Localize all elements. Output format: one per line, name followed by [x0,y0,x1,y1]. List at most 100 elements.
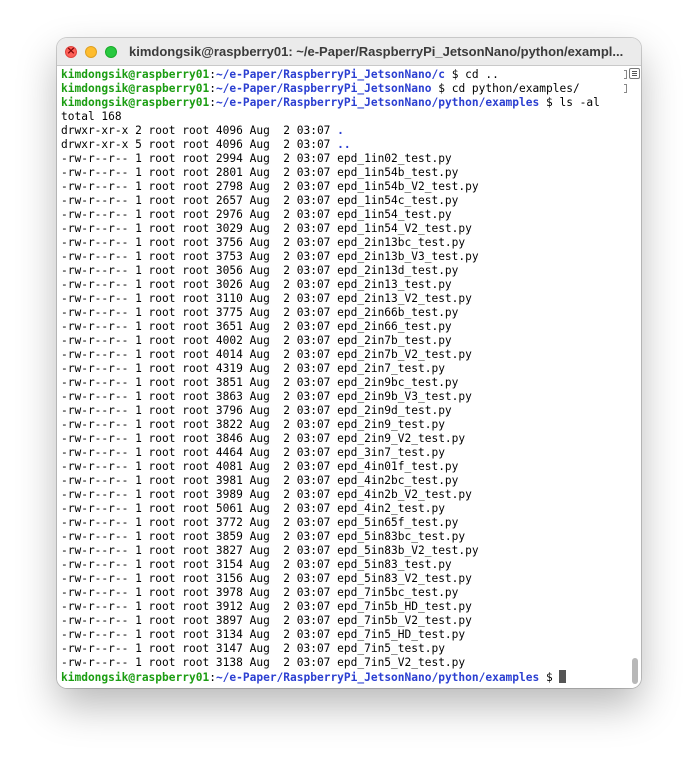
prompt-symbol: $ [431,82,452,95]
prompt-path: ~/e-Paper/RaspberryPi_JetsonNano/c [215,68,445,81]
ls-file-row: -rw-r--r-- 1 root root 3651 Aug 2 03:07 … [61,320,621,334]
ls-file-name: epd_3in7_test.py [337,446,445,459]
terminal-line: kimdongsik@raspberry01:~/e-Paper/Raspber… [61,96,621,110]
ls-file-name: epd_7in5_HD_test.py [337,628,466,641]
ls-info: -rw-r--r-- 1 root root 4014 Aug 2 03:07 [61,348,338,361]
ls-info: -rw-r--r-- 1 root root 3775 Aug 2 03:07 [61,306,338,319]
ls-info: -rw-r--r-- 1 root root 3134 Aug 2 03:07 [61,628,338,641]
ls-info: drwxr-xr-x 5 root root 4096 Aug 2 03:07 [61,138,338,151]
ls-file-row: -rw-r--r-- 1 root root 3026 Aug 2 03:07 … [61,278,621,292]
scroll-menu-icon[interactable] [629,68,640,79]
prompt-symbol: $ [444,68,466,81]
ls-total: total 168 [61,110,122,123]
ls-file-name: epd_7in5bc_test.py [337,586,459,599]
command-text: cd .. [465,68,499,81]
ls-info: -rw-r--r-- 1 root root 3822 Aug 2 03:07 [61,418,338,431]
window-title: kimdongsik@raspberry01: ~/e-Paper/Raspbe… [129,44,624,59]
ls-file-name: epd_1in54_V2_test.py [337,222,472,235]
ls-file-name: epd_1in54b_test.py [337,166,459,179]
ls-info: -rw-r--r-- 1 root root 3026 Aug 2 03:07 [61,278,338,291]
ls-dir-row: drwxr-xr-x 2 root root 4096 Aug 2 03:07 … [61,124,621,138]
prompt-path: ~/e-Paper/RaspberryPi_JetsonNano [215,82,432,95]
ls-info: -rw-r--r-- 1 root root 3753 Aug 2 03:07 [61,250,338,263]
ls-info: -rw-r--r-- 1 root root 4081 Aug 2 03:07 [61,460,338,473]
ls-file-row: -rw-r--r-- 1 root root 4014 Aug 2 03:07 … [61,348,621,362]
ls-info: -rw-r--r-- 1 root root 3897 Aug 2 03:07 [61,614,338,627]
ls-info: -rw-r--r-- 1 root root 3156 Aug 2 03:07 [61,572,338,585]
ls-file-name: epd_2in9bc_test.py [337,376,459,389]
ls-file-name: epd_7in5b_HD_test.py [337,600,472,613]
ls-file-row: -rw-r--r-- 1 root root 4002 Aug 2 03:07 … [61,334,621,348]
ls-file-name: epd_2in9b_V3_test.py [337,390,472,403]
ls-info: -rw-r--r-- 1 root root 5061 Aug 2 03:07 [61,502,338,515]
ls-file-name: epd_2in13bc_test.py [337,236,466,249]
ls-file-name: epd_2in7b_V2_test.py [337,348,472,361]
prompt-path: ~/e-Paper/RaspberryPi_JetsonNano/python/… [215,96,540,109]
bookmark-marker [624,84,627,93]
ls-file-row: -rw-r--r-- 1 root root 2976 Aug 2 03:07 … [61,208,621,222]
ls-info: -rw-r--r-- 1 root root 3138 Aug 2 03:07 [61,656,338,669]
ls-file-name: epd_5in65f_test.py [337,516,459,529]
ls-info: -rw-r--r-- 1 root root 4002 Aug 2 03:07 [61,334,338,347]
ls-info: -rw-r--r-- 1 root root 4319 Aug 2 03:07 [61,362,338,375]
ls-file-name: epd_2in66_test.py [337,320,452,333]
ls-info: -rw-r--r-- 1 root root 3846 Aug 2 03:07 [61,432,338,445]
ls-file-row: -rw-r--r-- 1 root root 3989 Aug 2 03:07 … [61,488,621,502]
ls-file-name: epd_4in2b_V2_test.py [337,488,472,501]
ls-file-row: -rw-r--r-- 1 root root 3154 Aug 2 03:07 … [61,558,621,572]
ls-dir-name: . [337,124,344,137]
ls-file-name: epd_1in54b_V2_test.py [337,180,479,193]
scrollbar-thumb[interactable] [632,658,638,684]
ls-info: -rw-r--r-- 1 root root 3863 Aug 2 03:07 [61,390,338,403]
close-icon[interactable] [65,44,77,58]
ls-file-row: -rw-r--r-- 1 root root 3859 Aug 2 03:07 … [61,530,621,544]
maximize-icon[interactable] [105,45,117,58]
ls-info: -rw-r--r-- 1 root root 2976 Aug 2 03:07 [61,208,338,221]
prompt-user-host: kimdongsik@raspberry01 [61,68,210,81]
terminal-line: kimdongsik@raspberry01:~/e-Paper/Raspber… [61,68,621,82]
ls-info: -rw-r--r-- 1 root root 3989 Aug 2 03:07 [61,488,338,501]
ls-file-row: -rw-r--r-- 1 root root 3827 Aug 2 03:07 … [61,544,621,558]
ls-info: -rw-r--r-- 1 root root 2798 Aug 2 03:07 [61,180,338,193]
terminal-window: kimdongsik@raspberry01: ~/e-Paper/Raspbe… [57,38,641,688]
ls-dir-row: drwxr-xr-x 5 root root 4096 Aug 2 03:07 … [61,138,621,152]
ls-file-name: epd_5in83_V2_test.py [337,572,472,585]
ls-info: -rw-r--r-- 1 root root 3029 Aug 2 03:07 [61,222,338,235]
bookmark-marker [624,70,627,79]
ls-file-row: -rw-r--r-- 1 root root 4319 Aug 2 03:07 … [61,362,621,376]
ls-file-name: epd_7in5b_V2_test.py [337,614,472,627]
ls-file-name: epd_4in2bc_test.py [337,474,459,487]
title-bar[interactable]: kimdongsik@raspberry01: ~/e-Paper/Raspbe… [57,38,641,66]
ls-file-name: epd_4in01f_test.py [337,460,459,473]
ls-file-row: -rw-r--r-- 1 root root 3134 Aug 2 03:07 … [61,628,621,642]
terminal-output: kimdongsik@raspberry01:~/e-Paper/Raspber… [61,68,621,684]
terminal-content[interactable]: kimdongsik@raspberry01:~/e-Paper/Raspber… [57,66,641,688]
ls-file-row: -rw-r--r-- 1 root root 3775 Aug 2 03:07 … [61,306,621,320]
ls-file-row: -rw-r--r-- 1 root root 4464 Aug 2 03:07 … [61,446,621,460]
ls-info: -rw-r--r-- 1 root root 3796 Aug 2 03:07 [61,404,338,417]
ls-file-row: -rw-r--r-- 1 root root 2994 Aug 2 03:07 … [61,152,621,166]
window-controls [65,44,125,58]
ls-info: -rw-r--r-- 1 root root 3110 Aug 2 03:07 [61,292,338,305]
ls-info: -rw-r--r-- 1 root root 3859 Aug 2 03:07 [61,530,338,543]
ls-file-name: epd_2in13_V2_test.py [337,292,472,305]
command-text: ls -al [559,96,600,109]
prompt-path: ~/e-Paper/RaspberryPi_JetsonNano/python/… [215,671,540,684]
ls-info: -rw-r--r-- 1 root root 3981 Aug 2 03:07 [61,474,338,487]
ls-dir-name: .. [337,138,351,151]
ls-info: -rw-r--r-- 1 root root 3827 Aug 2 03:07 [61,544,338,557]
ls-file-name: epd_7in5_V2_test.py [337,656,466,669]
ls-file-row: -rw-r--r-- 1 root root 3863 Aug 2 03:07 … [61,390,621,404]
ls-file-row: -rw-r--r-- 1 root root 3851 Aug 2 03:07 … [61,376,621,390]
ls-file-name: epd_1in54c_test.py [337,194,459,207]
ls-info: -rw-r--r-- 1 root root 3147 Aug 2 03:07 [61,642,338,655]
ls-info: -rw-r--r-- 1 root root 3154 Aug 2 03:07 [61,558,338,571]
prompt-colon: : [209,96,216,109]
ls-file-name: epd_2in7b_test.py [337,334,452,347]
ls-file-row: -rw-r--r-- 1 root root 2798 Aug 2 03:07 … [61,180,621,194]
terminal-line-active[interactable]: kimdongsik@raspberry01:~/e-Paper/Raspber… [61,670,621,684]
ls-info: -rw-r--r-- 1 root root 2657 Aug 2 03:07 [61,194,338,207]
ls-info: -rw-r--r-- 1 root root 3651 Aug 2 03:07 [61,320,338,333]
minimize-icon[interactable] [85,45,97,58]
ls-file-row: -rw-r--r-- 1 root root 3029 Aug 2 03:07 … [61,222,621,236]
